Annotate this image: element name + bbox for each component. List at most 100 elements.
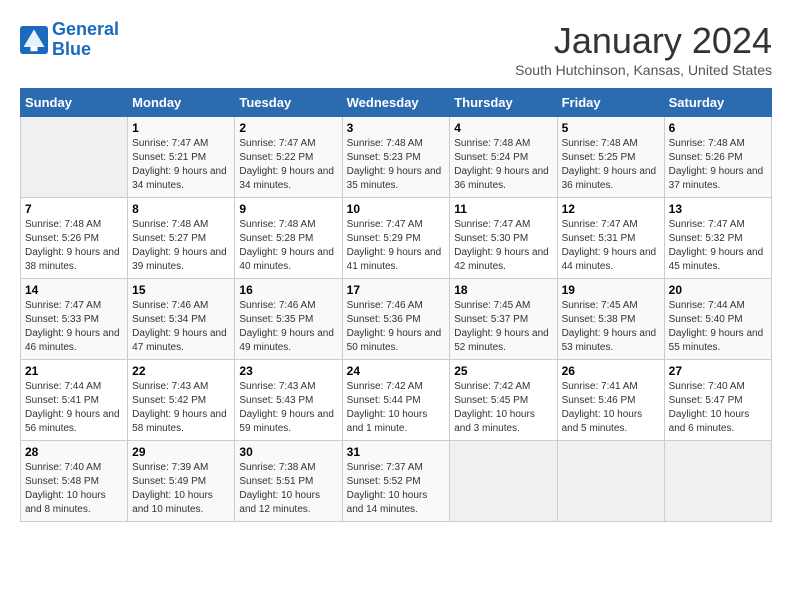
weekday-header: Thursday bbox=[450, 89, 557, 117]
calendar-table: SundayMondayTuesdayWednesdayThursdayFrid… bbox=[20, 88, 772, 522]
calendar-cell: 11 Sunrise: 7:47 AM Sunset: 5:30 PM Dayl… bbox=[450, 198, 557, 279]
day-info: Sunrise: 7:46 AM Sunset: 5:35 PM Dayligh… bbox=[239, 299, 337, 355]
day-number: 25 bbox=[454, 364, 552, 378]
page-header: General Blue January 2024 South Hutchins… bbox=[20, 20, 772, 78]
day-info: Sunrise: 7:47 AM Sunset: 5:21 PM Dayligh… bbox=[132, 137, 230, 193]
calendar-cell: 30 Sunrise: 7:38 AM Sunset: 5:51 PM Dayl… bbox=[235, 441, 342, 522]
calendar-cell: 6 Sunrise: 7:48 AM Sunset: 5:26 PM Dayli… bbox=[664, 117, 771, 198]
day-number: 24 bbox=[347, 364, 446, 378]
day-number: 30 bbox=[239, 445, 337, 459]
day-info: Sunrise: 7:38 AM Sunset: 5:51 PM Dayligh… bbox=[239, 461, 337, 517]
day-info: Sunrise: 7:48 AM Sunset: 5:25 PM Dayligh… bbox=[562, 137, 660, 193]
day-number: 18 bbox=[454, 283, 552, 297]
calendar-cell: 28 Sunrise: 7:40 AM Sunset: 5:48 PM Dayl… bbox=[21, 441, 128, 522]
calendar-cell bbox=[450, 441, 557, 522]
calendar-week-row: 28 Sunrise: 7:40 AM Sunset: 5:48 PM Dayl… bbox=[21, 441, 772, 522]
day-number: 14 bbox=[25, 283, 123, 297]
day-info: Sunrise: 7:39 AM Sunset: 5:49 PM Dayligh… bbox=[132, 461, 230, 517]
day-info: Sunrise: 7:47 AM Sunset: 5:22 PM Dayligh… bbox=[239, 137, 337, 193]
day-number: 13 bbox=[669, 202, 767, 216]
weekday-header: Monday bbox=[128, 89, 235, 117]
logo-general: General bbox=[52, 19, 119, 39]
calendar-cell: 13 Sunrise: 7:47 AM Sunset: 5:32 PM Dayl… bbox=[664, 198, 771, 279]
logo: General Blue bbox=[20, 20, 119, 60]
calendar-cell: 4 Sunrise: 7:48 AM Sunset: 5:24 PM Dayli… bbox=[450, 117, 557, 198]
calendar-week-row: 1 Sunrise: 7:47 AM Sunset: 5:21 PM Dayli… bbox=[21, 117, 772, 198]
logo-blue: Blue bbox=[52, 39, 91, 59]
day-number: 20 bbox=[669, 283, 767, 297]
calendar-cell: 25 Sunrise: 7:42 AM Sunset: 5:45 PM Dayl… bbox=[450, 360, 557, 441]
day-number: 11 bbox=[454, 202, 552, 216]
calendar-cell: 1 Sunrise: 7:47 AM Sunset: 5:21 PM Dayli… bbox=[128, 117, 235, 198]
day-info: Sunrise: 7:47 AM Sunset: 5:33 PM Dayligh… bbox=[25, 299, 123, 355]
day-number: 19 bbox=[562, 283, 660, 297]
calendar-cell: 26 Sunrise: 7:41 AM Sunset: 5:46 PM Dayl… bbox=[557, 360, 664, 441]
day-info: Sunrise: 7:44 AM Sunset: 5:41 PM Dayligh… bbox=[25, 380, 123, 436]
day-number: 22 bbox=[132, 364, 230, 378]
calendar-cell bbox=[21, 117, 128, 198]
day-number: 15 bbox=[132, 283, 230, 297]
day-info: Sunrise: 7:48 AM Sunset: 5:26 PM Dayligh… bbox=[669, 137, 767, 193]
day-number: 7 bbox=[25, 202, 123, 216]
calendar-cell: 23 Sunrise: 7:43 AM Sunset: 5:43 PM Dayl… bbox=[235, 360, 342, 441]
day-number: 16 bbox=[239, 283, 337, 297]
day-number: 23 bbox=[239, 364, 337, 378]
day-number: 31 bbox=[347, 445, 446, 459]
day-number: 28 bbox=[25, 445, 123, 459]
calendar-body: 1 Sunrise: 7:47 AM Sunset: 5:21 PM Dayli… bbox=[21, 117, 772, 522]
day-number: 21 bbox=[25, 364, 123, 378]
day-info: Sunrise: 7:41 AM Sunset: 5:46 PM Dayligh… bbox=[562, 380, 660, 436]
calendar-week-row: 21 Sunrise: 7:44 AM Sunset: 5:41 PM Dayl… bbox=[21, 360, 772, 441]
day-info: Sunrise: 7:48 AM Sunset: 5:24 PM Dayligh… bbox=[454, 137, 552, 193]
day-info: Sunrise: 7:47 AM Sunset: 5:29 PM Dayligh… bbox=[347, 218, 446, 274]
calendar-cell: 12 Sunrise: 7:47 AM Sunset: 5:31 PM Dayl… bbox=[557, 198, 664, 279]
calendar-cell: 5 Sunrise: 7:48 AM Sunset: 5:25 PM Dayli… bbox=[557, 117, 664, 198]
calendar-cell: 10 Sunrise: 7:47 AM Sunset: 5:29 PM Dayl… bbox=[342, 198, 450, 279]
month-title: January 2024 bbox=[515, 20, 772, 62]
calendar-cell: 29 Sunrise: 7:39 AM Sunset: 5:49 PM Dayl… bbox=[128, 441, 235, 522]
day-info: Sunrise: 7:42 AM Sunset: 5:44 PM Dayligh… bbox=[347, 380, 446, 436]
day-number: 5 bbox=[562, 121, 660, 135]
calendar-cell: 21 Sunrise: 7:44 AM Sunset: 5:41 PM Dayl… bbox=[21, 360, 128, 441]
day-info: Sunrise: 7:45 AM Sunset: 5:38 PM Dayligh… bbox=[562, 299, 660, 355]
weekday-header: Sunday bbox=[21, 89, 128, 117]
weekday-header: Wednesday bbox=[342, 89, 450, 117]
day-info: Sunrise: 7:42 AM Sunset: 5:45 PM Dayligh… bbox=[454, 380, 552, 436]
calendar-cell: 17 Sunrise: 7:46 AM Sunset: 5:36 PM Dayl… bbox=[342, 279, 450, 360]
calendar-cell: 24 Sunrise: 7:42 AM Sunset: 5:44 PM Dayl… bbox=[342, 360, 450, 441]
day-info: Sunrise: 7:46 AM Sunset: 5:36 PM Dayligh… bbox=[347, 299, 446, 355]
weekday-header: Saturday bbox=[664, 89, 771, 117]
weekday-header: Tuesday bbox=[235, 89, 342, 117]
day-info: Sunrise: 7:40 AM Sunset: 5:48 PM Dayligh… bbox=[25, 461, 123, 517]
calendar-cell: 31 Sunrise: 7:37 AM Sunset: 5:52 PM Dayl… bbox=[342, 441, 450, 522]
calendar-cell: 16 Sunrise: 7:46 AM Sunset: 5:35 PM Dayl… bbox=[235, 279, 342, 360]
day-info: Sunrise: 7:45 AM Sunset: 5:37 PM Dayligh… bbox=[454, 299, 552, 355]
calendar-cell: 3 Sunrise: 7:48 AM Sunset: 5:23 PM Dayli… bbox=[342, 117, 450, 198]
day-info: Sunrise: 7:48 AM Sunset: 5:28 PM Dayligh… bbox=[239, 218, 337, 274]
day-number: 10 bbox=[347, 202, 446, 216]
calendar-cell: 8 Sunrise: 7:48 AM Sunset: 5:27 PM Dayli… bbox=[128, 198, 235, 279]
weekday-header: Friday bbox=[557, 89, 664, 117]
day-number: 2 bbox=[239, 121, 337, 135]
day-info: Sunrise: 7:40 AM Sunset: 5:47 PM Dayligh… bbox=[669, 380, 767, 436]
location-subtitle: South Hutchinson, Kansas, United States bbox=[515, 62, 772, 78]
calendar-cell: 19 Sunrise: 7:45 AM Sunset: 5:38 PM Dayl… bbox=[557, 279, 664, 360]
calendar-cell: 14 Sunrise: 7:47 AM Sunset: 5:33 PM Dayl… bbox=[21, 279, 128, 360]
day-number: 17 bbox=[347, 283, 446, 297]
day-number: 27 bbox=[669, 364, 767, 378]
title-area: January 2024 South Hutchinson, Kansas, U… bbox=[515, 20, 772, 78]
calendar-cell: 2 Sunrise: 7:47 AM Sunset: 5:22 PM Dayli… bbox=[235, 117, 342, 198]
calendar-cell: 9 Sunrise: 7:48 AM Sunset: 5:28 PM Dayli… bbox=[235, 198, 342, 279]
day-number: 3 bbox=[347, 121, 446, 135]
day-info: Sunrise: 7:48 AM Sunset: 5:27 PM Dayligh… bbox=[132, 218, 230, 274]
weekday-header-row: SundayMondayTuesdayWednesdayThursdayFrid… bbox=[21, 89, 772, 117]
calendar-cell bbox=[664, 441, 771, 522]
calendar-week-row: 7 Sunrise: 7:48 AM Sunset: 5:26 PM Dayli… bbox=[21, 198, 772, 279]
day-info: Sunrise: 7:48 AM Sunset: 5:26 PM Dayligh… bbox=[25, 218, 123, 274]
day-number: 4 bbox=[454, 121, 552, 135]
logo-icon bbox=[20, 26, 48, 54]
calendar-cell: 18 Sunrise: 7:45 AM Sunset: 5:37 PM Dayl… bbox=[450, 279, 557, 360]
day-info: Sunrise: 7:48 AM Sunset: 5:23 PM Dayligh… bbox=[347, 137, 446, 193]
day-number: 9 bbox=[239, 202, 337, 216]
day-info: Sunrise: 7:44 AM Sunset: 5:40 PM Dayligh… bbox=[669, 299, 767, 355]
